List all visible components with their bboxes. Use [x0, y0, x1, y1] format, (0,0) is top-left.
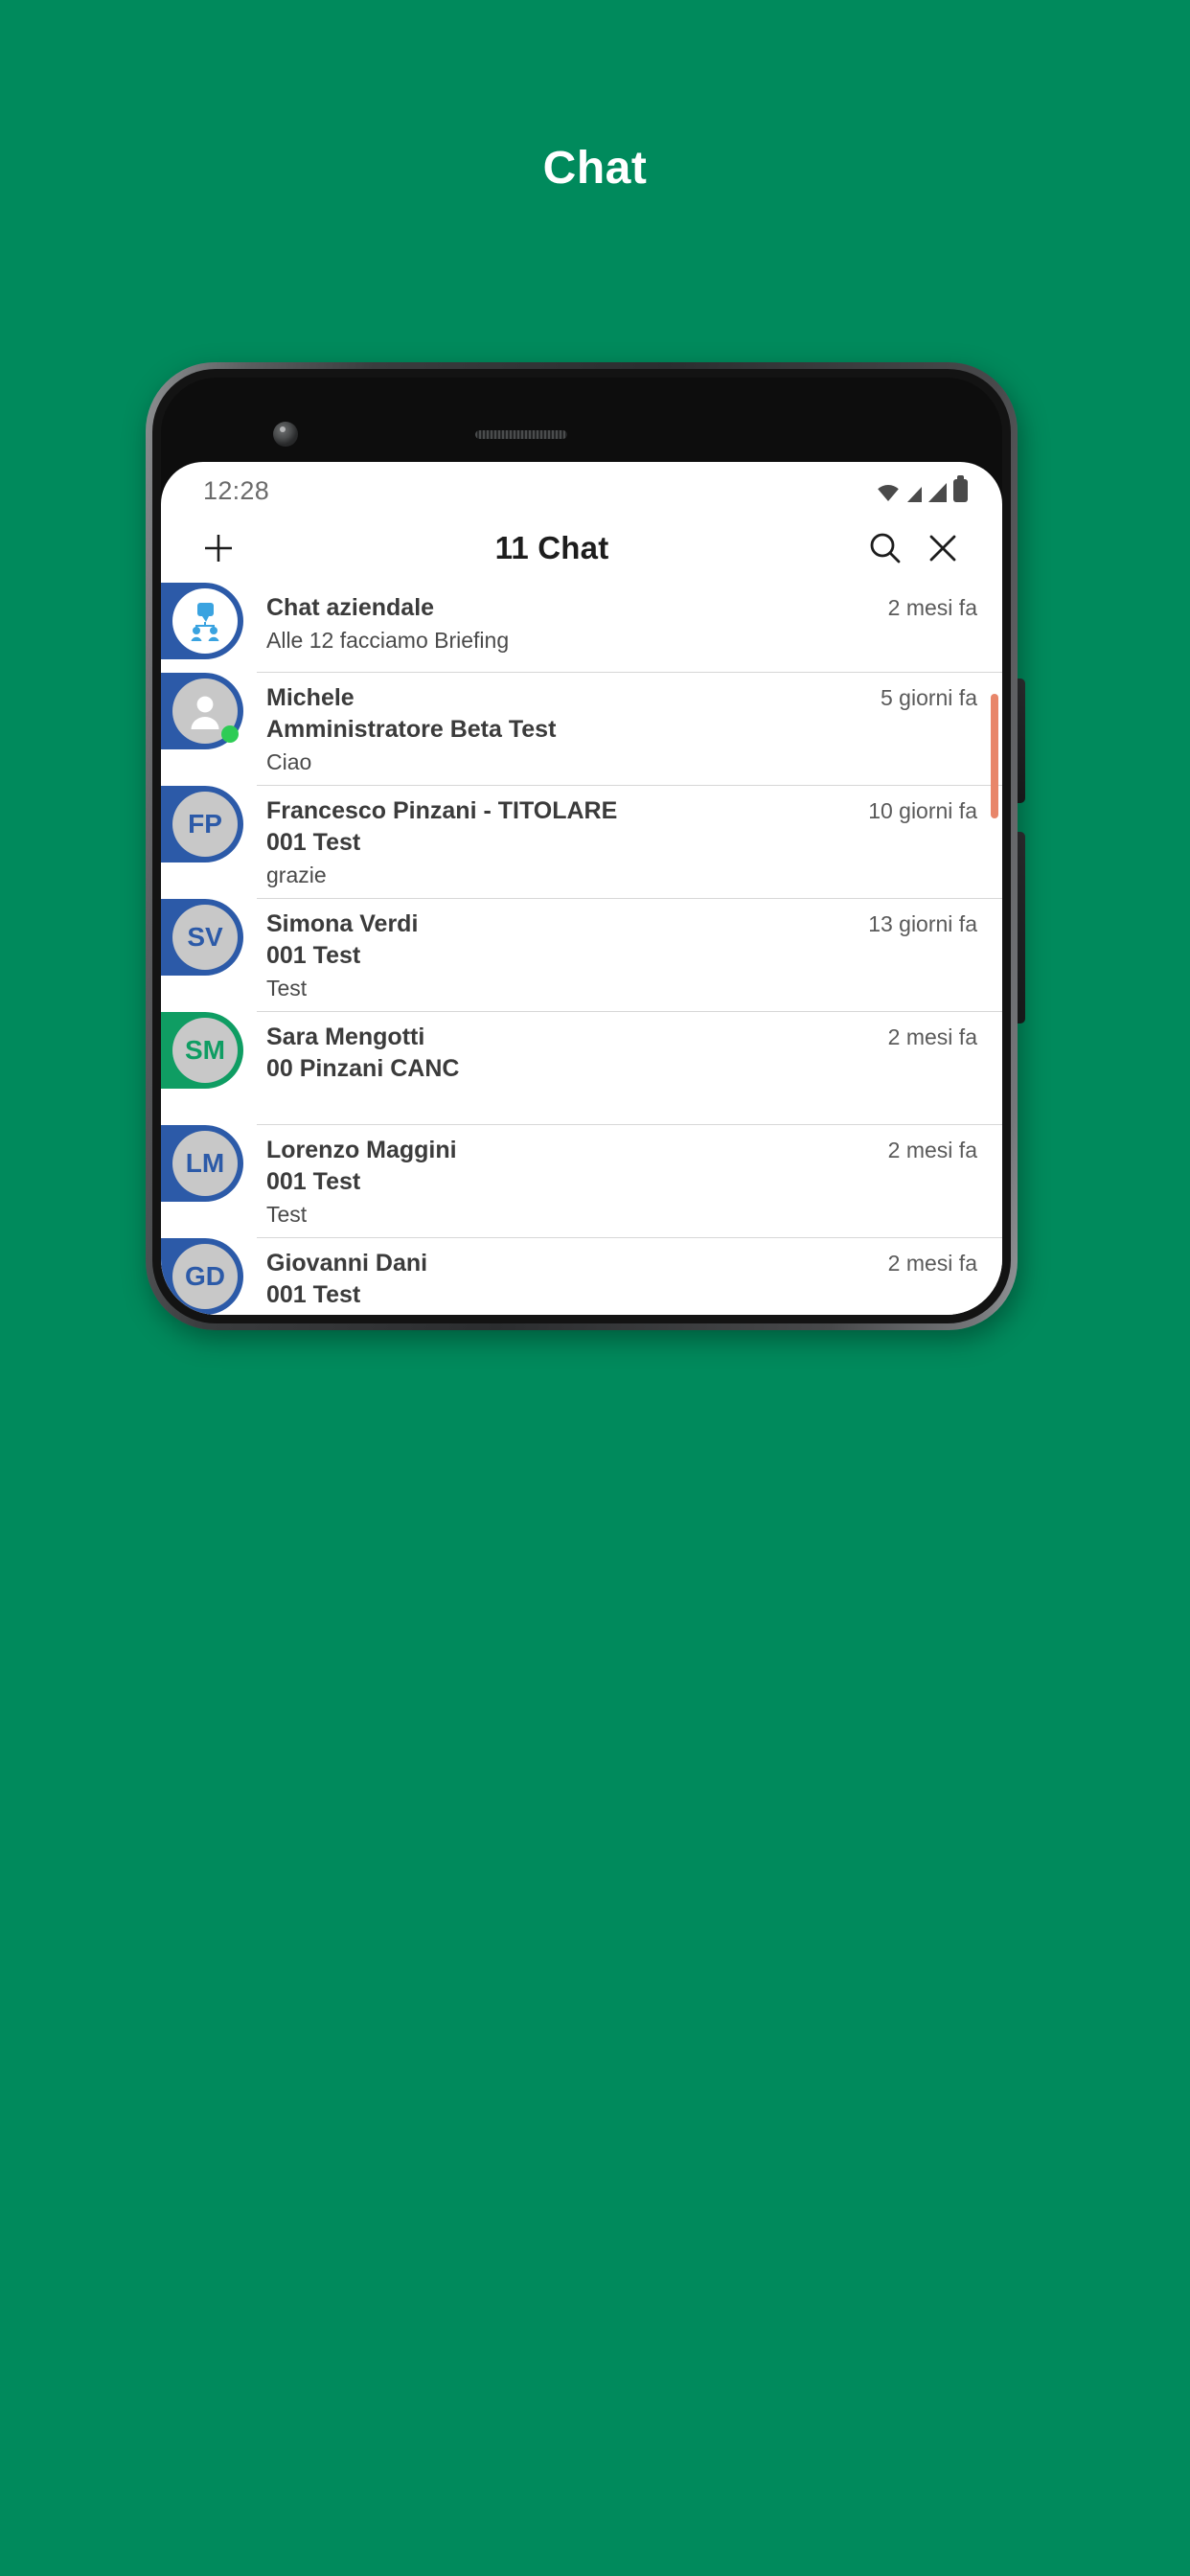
chat-timestamp: 10 giorni fa	[868, 798, 977, 823]
avatar-plate: LM	[161, 1125, 243, 1202]
front-camera-icon	[273, 422, 298, 447]
chat-item-header: Chat aziendale 2 mesi fa	[266, 594, 977, 622]
signal-icon	[907, 487, 922, 502]
chat-item-header: Lorenzo Maggini 2 mesi fa	[266, 1137, 977, 1164]
avatar-initials: LM	[172, 1131, 238, 1196]
chat-subtitle: 00 Pinzani CANC	[266, 1055, 460, 1082]
avatar	[161, 673, 257, 749]
chat-item-body: Francesco Pinzani - TITOLARE 10 giorni fa…	[257, 786, 1002, 899]
avatar: LM	[161, 1125, 257, 1202]
chat-list-item[interactable]: Michele 5 giorni fa Amministratore Beta Te…	[161, 673, 1002, 786]
chat-item-header: Giovanni Dani 2 mesi fa	[266, 1250, 977, 1277]
phone-device: 12:28 11 Chat Chat aziendale 2 mesi fa A…	[146, 362, 1046, 1330]
chat-name: Michele	[266, 684, 355, 711]
device-screen: 12:28 11 Chat Chat aziendale 2 mesi fa A…	[161, 378, 1002, 1315]
chat-preview-message: Ciao	[266, 749, 312, 774]
avatar-plate	[161, 673, 243, 749]
app-bar-title: 11 Chat	[494, 530, 609, 565]
avatar: SM	[161, 1012, 257, 1089]
avatar: FP	[161, 786, 257, 862]
chat-item-body: Simona Verdi 13 giorni fa 001 Test Test	[257, 899, 1002, 1012]
earpiece-speaker-icon	[475, 430, 567, 439]
status-bar: 12:28	[161, 462, 1002, 514]
chat-preview-message: Alle 12 facciamo Briefing	[266, 628, 510, 653]
avatar-plate: FP	[161, 786, 243, 862]
chat-list[interactable]: Chat aziendale 2 mesi fa Alle 12 facciamo …	[161, 583, 1002, 1315]
page-title: Chat	[542, 143, 648, 194]
person-icon	[191, 696, 219, 729]
avatar-person-icon	[172, 678, 239, 744]
chat-list-item[interactable]: SM Sara Mengotti 2 mesi fa 00 Pinzani CANC	[161, 1012, 1002, 1125]
app-bar: 11 Chat	[161, 514, 1002, 583]
device-bezel: 12:28 11 Chat Chat aziendale 2 mesi fa A…	[152, 369, 1011, 1323]
chat-item-body: Michele 5 giorni fa Amministratore Beta Te…	[257, 673, 1002, 786]
chat-preview-message: grazie	[266, 862, 327, 887]
app-screen: 12:28 11 Chat Chat aziendale 2 mesi fa A…	[161, 462, 1002, 1315]
chat-name: Sara Mengotti	[266, 1024, 425, 1050]
avatar-initials: GD	[172, 1244, 238, 1309]
device-frame: 12:28 11 Chat Chat aziendale 2 mesi fa A…	[146, 362, 1018, 1330]
chat-list-item[interactable]: GDGiovanni Dani2 mesi fa001 TestCi sei i…	[161, 1238, 1002, 1315]
chat-timestamp: 2 mesi fa	[887, 1251, 977, 1276]
avatar-plate: GD	[161, 1238, 243, 1315]
battery-icon	[953, 475, 968, 502]
avatar	[161, 583, 257, 659]
status-badge	[221, 725, 239, 743]
avatar-initials: SM	[172, 1018, 238, 1083]
chat-list-item[interactable]: FP Francesco Pinzani - TITOLARE 10 giorni …	[161, 786, 1002, 899]
scrollbar-thumb[interactable]	[991, 694, 998, 818]
chat-item-header: Michele 5 giorni fa	[266, 684, 977, 712]
chat-list-item[interactable]: SV Simona Verdi 13 giorni fa 001 Test Test	[161, 899, 1002, 1012]
chat-subtitle: 001 Test	[266, 1281, 361, 1308]
chat-item-body: Giovanni Dani2 mesi fa001 TestCi sei in …	[257, 1238, 1002, 1315]
chat-subtitle: 001 Test	[266, 829, 361, 856]
chat-name: Francesco Pinzani - TITOLARE	[266, 797, 618, 824]
status-time: 12:28	[203, 475, 270, 505]
close-icon[interactable]	[914, 519, 972, 577]
avatar-group-icon	[172, 588, 238, 654]
chat-list-item[interactable]: Chat aziendale 2 mesi fa Alle 12 facciamo …	[161, 583, 1002, 673]
chat-subtitle: 001 Test	[266, 942, 361, 969]
chat-item-body: Chat aziendale 2 mesi fa Alle 12 facciamo …	[257, 583, 1002, 673]
avatar-initials: SV	[172, 905, 238, 970]
avatar-plate	[161, 583, 243, 659]
chat-item-header: Sara Mengotti 2 mesi fa	[266, 1024, 977, 1051]
signal-icon	[928, 483, 947, 502]
group-chat-icon	[191, 603, 219, 641]
chat-item-body: Sara Mengotti 2 mesi fa 00 Pinzani CANC	[257, 1012, 1002, 1125]
chat-preview-message: Test	[266, 976, 308, 1000]
chat-item-header: Francesco Pinzani - TITOLARE 10 giorni fa	[266, 797, 977, 825]
avatar: SV	[161, 899, 257, 976]
chat-name: Chat aziendale	[266, 594, 435, 621]
chat-name: Lorenzo Maggini	[266, 1137, 457, 1163]
chat-timestamp: 13 giorni fa	[868, 911, 977, 936]
wifi-icon	[876, 483, 901, 502]
chat-timestamp: 2 mesi fa	[887, 1138, 977, 1162]
avatar-plate: SV	[161, 899, 243, 976]
chat-timestamp: 5 giorni fa	[880, 685, 977, 710]
chat-timestamp: 2 mesi fa	[887, 595, 977, 620]
chat-list-item[interactable]: LM Lorenzo Maggini 2 mesi fa 001 Test Test	[161, 1125, 1002, 1238]
chat-subtitle: 001 Test	[266, 1168, 361, 1195]
avatar: GD	[161, 1238, 257, 1315]
chat-subtitle: Amministratore Beta Test	[266, 716, 557, 743]
avatar-initials: FP	[172, 792, 238, 857]
chat-name: Giovanni Dani	[266, 1250, 428, 1276]
chat-preview-message: Test	[266, 1202, 308, 1227]
search-icon[interactable]	[857, 519, 914, 577]
chat-timestamp: 2 mesi fa	[887, 1024, 977, 1049]
chat-item-body: Lorenzo Maggini 2 mesi fa 001 Test Test	[257, 1125, 1002, 1238]
add-chat-button[interactable]	[190, 519, 247, 577]
chat-item-header: Simona Verdi 13 giorni fa	[266, 910, 977, 938]
chat-name: Simona Verdi	[266, 910, 419, 937]
status-icons	[876, 475, 968, 502]
avatar-plate: SM	[161, 1012, 243, 1089]
